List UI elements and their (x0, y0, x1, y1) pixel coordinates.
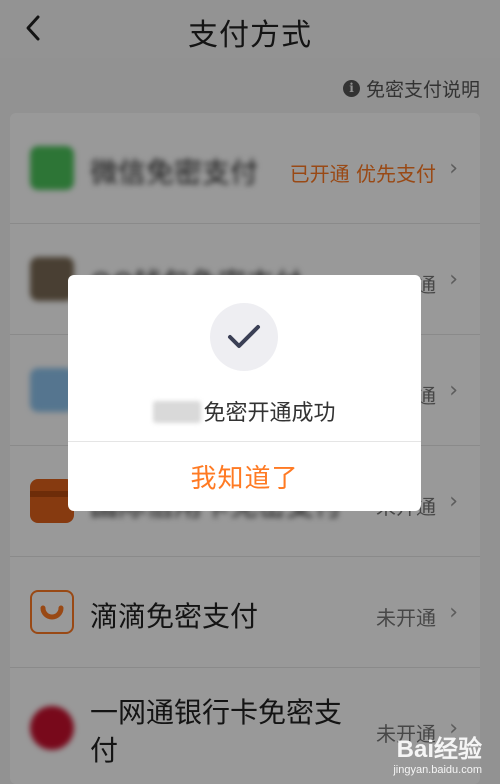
watermark-brand: Bai经验 (396, 736, 482, 763)
dialog-message: 免密开通成功 (68, 395, 421, 427)
got-it-button[interactable]: 我知道了 (68, 442, 421, 511)
check-icon (210, 303, 278, 371)
success-dialog: 免密开通成功 我知道了 (68, 275, 421, 511)
dialog-message-text: 免密开通成功 (203, 401, 336, 426)
watermark: Bai经验 jingyan.baidu.com (393, 729, 482, 776)
watermark-url: jingyan.baidu.com (393, 764, 482, 776)
redacted-text (153, 401, 202, 423)
